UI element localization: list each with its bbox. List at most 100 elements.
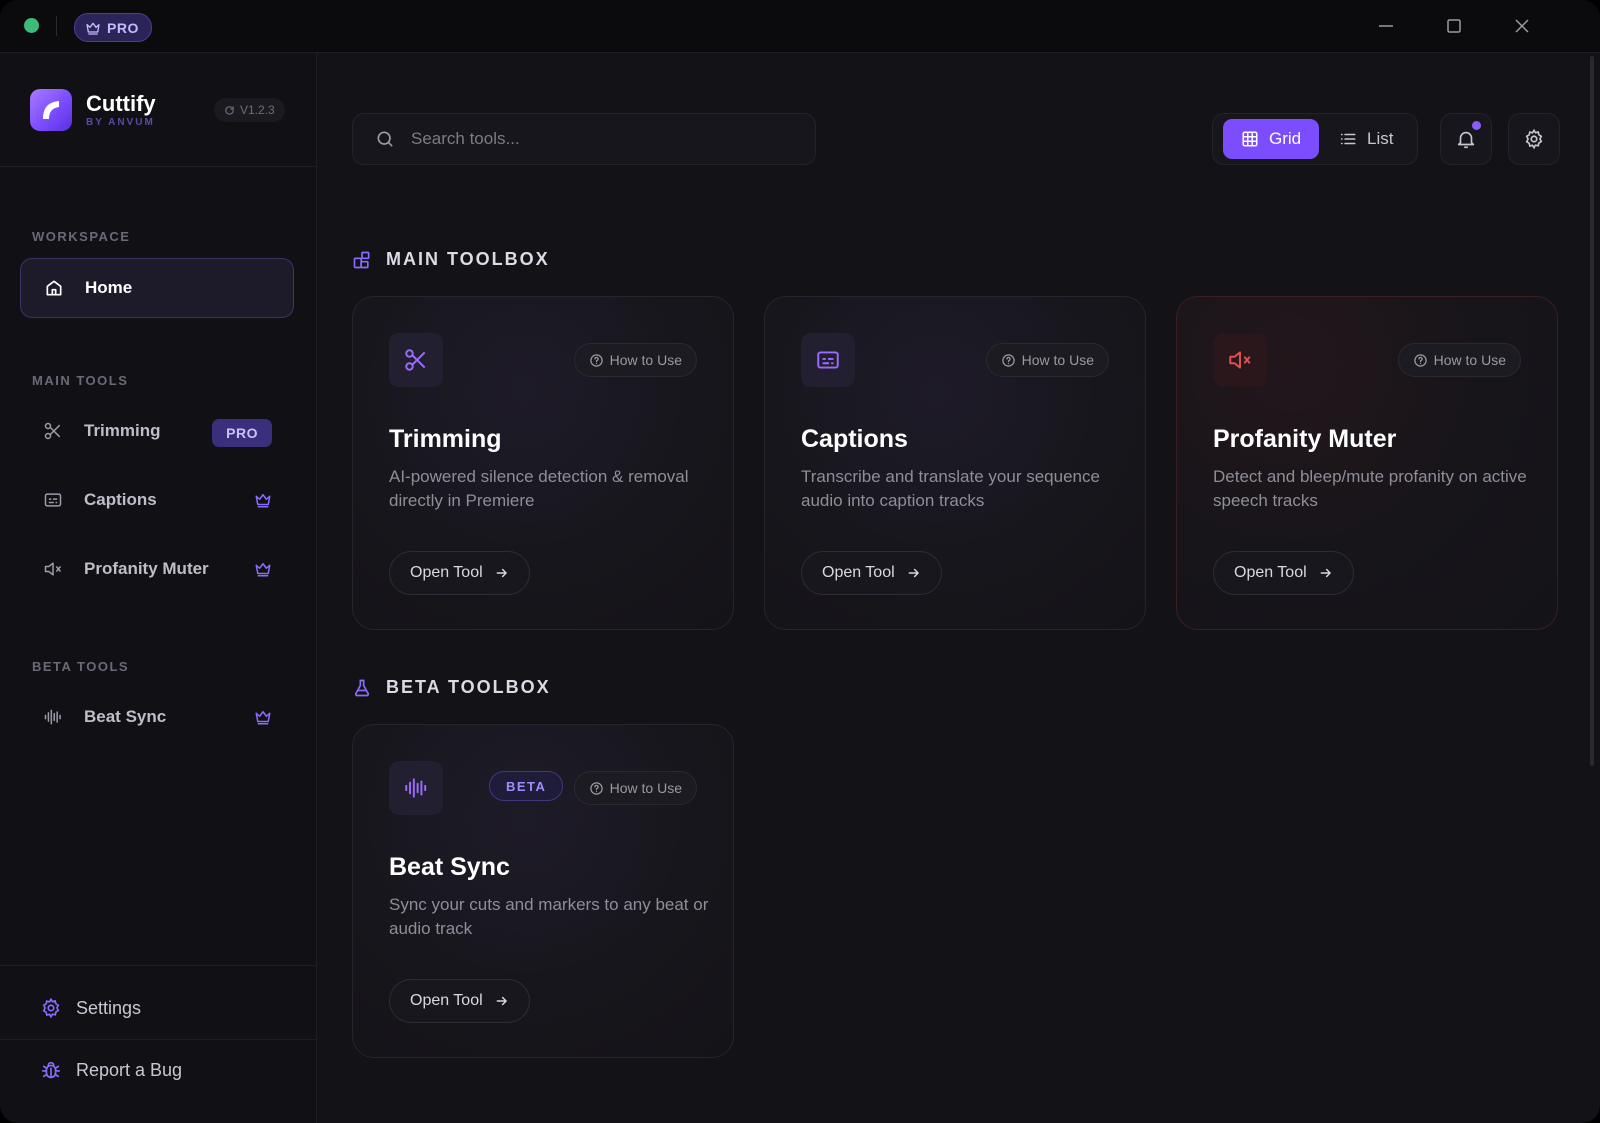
main-toolbox-heading: MAIN TOOLBOX: [352, 249, 550, 270]
crown-icon: [255, 711, 271, 725]
search-bar[interactable]: [352, 113, 816, 165]
gear-icon: [1525, 128, 1543, 150]
plan-badge[interactable]: PRO: [74, 13, 152, 42]
sidebar-item-beat-sync[interactable]: Beat Sync: [20, 687, 294, 747]
mute-icon: [1229, 351, 1251, 369]
main-toolbox-title: MAIN TOOLBOX: [386, 249, 550, 269]
arrow-right-icon: [1320, 568, 1331, 578]
bug-icon: [41, 1061, 61, 1079]
how-to-use-button[interactable]: How to Use: [573, 343, 697, 377]
grid-icon: [1242, 131, 1258, 147]
minimize-button[interactable]: [1374, 14, 1398, 38]
tool-card-beat-sync: BETA How to Use Beat Sync Sync your cuts…: [352, 724, 734, 1058]
report-bug-label: Report a Bug: [76, 1059, 183, 1080]
open-tool-button[interactable]: Open Tool: [1213, 551, 1354, 595]
how-to-use-label: How to Use: [609, 352, 682, 368]
version-label: V1.2.3: [240, 103, 275, 117]
grid-view-button[interactable]: Grid: [1223, 119, 1320, 159]
waveform-icon: [44, 709, 61, 725]
brand-subtitle: BY ANVUM: [86, 116, 155, 128]
search-icon: [377, 131, 393, 147]
open-tool-label: Open Tool: [822, 564, 895, 581]
sidebar-item-profanity-muter[interactable]: Profanity Muter: [20, 539, 294, 599]
plan-badge-label: PRO: [107, 19, 139, 36]
open-tool-label: Open Tool: [410, 992, 483, 1009]
sidebar-item-trimming[interactable]: Trimming PRO: [20, 401, 294, 461]
view-toggle: Grid List: [1212, 113, 1418, 165]
maximize-icon: [1447, 19, 1461, 33]
card-title: Captions: [801, 425, 908, 453]
section-label-workspace: WORKSPACE: [32, 229, 131, 244]
crown-icon: [255, 563, 271, 577]
help-icon: [589, 353, 603, 367]
help-icon: [1413, 353, 1427, 367]
list-view-label: List: [1367, 129, 1394, 148]
card-description: Detect and bleep/mute profanity on activ…: [1213, 467, 1527, 510]
how-to-use-button[interactable]: How to Use: [573, 771, 697, 805]
settings-link[interactable]: Settings: [40, 997, 141, 1019]
title-bar: PRO: [0, 0, 1600, 53]
brand-name: Cuttify: [86, 90, 156, 116]
notifications-button[interactable]: [1440, 113, 1492, 165]
close-icon: [1515, 19, 1529, 33]
list-icon: [1340, 133, 1356, 145]
how-to-use-label: How to Use: [609, 780, 682, 796]
captions-icon: [44, 493, 62, 507]
card-icon: [801, 333, 855, 387]
version-badge: V1.2.3: [214, 98, 285, 122]
card-description: Sync your cuts and markers to any beat o…: [389, 895, 709, 938]
status-dot: [24, 18, 39, 33]
card-description: AI-powered silence detection & removal d…: [389, 467, 689, 510]
arrow-right-icon: [496, 568, 507, 578]
flask-icon: [354, 679, 370, 696]
help-icon: [1001, 353, 1015, 367]
maximize-button[interactable]: [1442, 14, 1466, 38]
titlebar-divider: [56, 16, 57, 36]
arrow-right-icon: [908, 568, 919, 578]
sidebar-item-label: Captions: [84, 490, 157, 509]
tool-card-trimming: How to Use Trimming AI-powered silence d…: [352, 296, 734, 630]
refresh-icon: [225, 105, 234, 115]
open-tool-button[interactable]: Open Tool: [389, 551, 530, 595]
home-icon: [46, 280, 62, 296]
sidebar-item-label: Beat Sync: [84, 707, 167, 726]
sidebar-item-captions[interactable]: Captions: [20, 470, 294, 530]
sidebar-item-home[interactable]: Home: [20, 258, 294, 318]
grid-view-label: Grid: [1269, 129, 1302, 148]
beta-badge: BETA: [489, 771, 564, 801]
open-tool-button[interactable]: Open Tool: [801, 551, 942, 595]
how-to-use-button[interactable]: How to Use: [1397, 343, 1521, 377]
bell-icon: [1457, 131, 1475, 149]
waveform-icon: [405, 778, 427, 798]
card-icon: [1213, 333, 1267, 387]
crown-icon: [86, 22, 100, 35]
card-title: Beat Sync: [389, 853, 510, 881]
card-title: Profanity Muter: [1213, 425, 1397, 453]
sidebar-divider: [0, 166, 316, 167]
list-view-button[interactable]: List: [1321, 119, 1411, 159]
card-title: Trimming: [389, 425, 502, 453]
sidebar-item-label: Profanity Muter: [84, 559, 209, 578]
sidebar-item-label: Trimming: [84, 421, 161, 440]
search-input[interactable]: [409, 128, 793, 150]
brand: Cuttify BY ANVUM: [30, 89, 156, 131]
card-description: Transcribe and translate your sequence a…: [801, 467, 1100, 510]
card-icon: [389, 333, 443, 387]
report-bug-link[interactable]: Report a Bug: [40, 1059, 182, 1081]
how-to-use-button[interactable]: How to Use: [985, 343, 1109, 377]
tool-card-captions: How to Use Captions Transcribe and trans…: [764, 296, 1146, 630]
logo-icon: [43, 101, 59, 119]
settings-button[interactable]: [1508, 113, 1560, 165]
mute-icon: [44, 562, 62, 576]
sidebar-divider: [0, 965, 316, 966]
minimize-icon: [1379, 25, 1393, 27]
beta-toolbox-title: BETA TOOLBOX: [386, 677, 551, 697]
open-tool-button[interactable]: Open Tool: [389, 979, 530, 1023]
help-icon: [589, 781, 603, 795]
crown-icon: [255, 494, 271, 508]
scissors-icon: [405, 349, 426, 371]
captions-icon: [817, 351, 839, 369]
notification-dot: [1472, 121, 1481, 130]
scrollbar[interactable]: [1590, 56, 1594, 766]
close-button[interactable]: [1510, 14, 1534, 38]
